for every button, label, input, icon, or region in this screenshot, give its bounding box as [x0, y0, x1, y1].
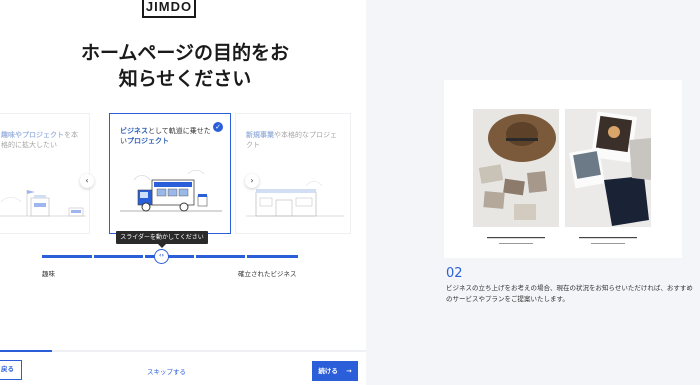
slider-tick — [92, 255, 94, 258]
next-button-label: 続ける — [318, 367, 338, 375]
preview-photos — [473, 109, 651, 244]
goal-card-business[interactable]: ビジネスとして軌道に乗せたいプロジェクト ✓ — [109, 113, 231, 234]
check-icon: ✓ — [213, 122, 223, 132]
slider-tick — [194, 255, 196, 258]
slider-tooltip: スライダーを動かしてください — [116, 231, 208, 248]
goal-card-business-text: ビジネスとして軌道に乗せたいプロジェクト — [120, 127, 211, 145]
step-description: ビジネスの立ち上げをお考えの場合、現在の状況をお知らせいただければ、おすすめのサ… — [446, 284, 693, 303]
chevron-right-icon[interactable]: › — [245, 174, 259, 188]
goal-card-hobby-text: 趣味やプロジェクトを本格的に拡大したい — [1, 131, 78, 149]
goal-card-hobby[interactable]: 趣味やプロジェクトを本格的に拡大したい — [0, 113, 90, 234]
hobby-illustration — [0, 190, 86, 217]
skip-link[interactable]: スキップする — [147, 366, 186, 376]
goal-card-new-business-text: 新規事業や本格的なプロジェクト — [246, 131, 337, 149]
step-number: 02 — [446, 266, 463, 281]
jimdo-logo: JIMDO — [142, 0, 196, 18]
next-button[interactable]: 続ける → — [312, 361, 358, 381]
progress-fill — [0, 350, 52, 352]
arrow-right-icon: → — [346, 367, 352, 375]
chevron-left-icon[interactable]: ‹ — [80, 174, 94, 188]
slider-thumb[interactable]: ‹› — [154, 249, 169, 264]
website-preview — [444, 80, 682, 258]
back-button[interactable]: 戻る — [0, 360, 22, 380]
slider-tick — [143, 255, 145, 258]
info-panel: 02 ビジネスの立ち上げをお考えの場合、現在の状況をお知らせいただければ、おすす… — [366, 0, 700, 385]
slider-min-label: 趣味 — [42, 270, 55, 278]
slider-tick — [245, 255, 247, 258]
slider-max-label: 確立されたビジネス — [238, 270, 297, 278]
progress-track — [0, 350, 366, 352]
slider-track[interactable] — [42, 255, 298, 258]
food-truck-illustration — [120, 169, 222, 212]
page-title: ホームページの目的をお 知らせください — [80, 42, 290, 90]
onboarding-panel: JIMDO ホームページの目的をお 知らせください 趣味やプロジェクトを本格的に拡… — [0, 0, 366, 385]
